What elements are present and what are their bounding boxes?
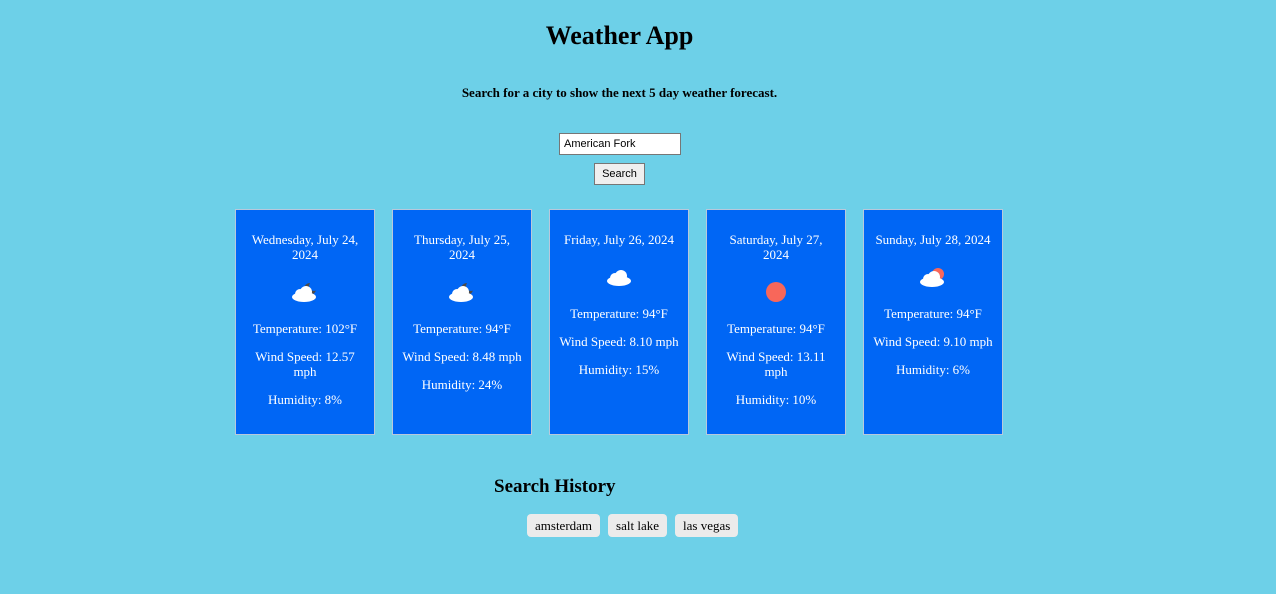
page-subtitle: Search for a city to show the next 5 day…: [461, 85, 778, 100]
forecast-date: Saturday, July 27, 2024: [729, 232, 823, 262]
forecast-temperature: Temperature: 94°F: [413, 321, 511, 336]
forecast-wind: Wind Speed: 8.48 mph: [402, 349, 522, 364]
forecast-temperature: Temperature: 94°F: [727, 321, 825, 336]
forecast-cards: Wednesday, July 24, 2024 Temperature: 10…: [235, 209, 1003, 435]
few-clouds-night-icon: [244, 276, 366, 308]
history-button-amsterdam[interactable]: amsterdam: [527, 514, 601, 537]
sun-icon: [715, 276, 837, 308]
city-search-input[interactable]: [559, 133, 681, 155]
forecast-date: Sunday, July 28, 2024: [875, 232, 991, 247]
forecast-card: Sunday, July 28, 2024 Temperature: 94°F …: [863, 209, 1003, 435]
forecast-humidity: Humidity: 6%: [895, 362, 971, 377]
forecast-date: Wednesday, July 24, 2024: [251, 232, 359, 262]
forecast-date: Friday, July 26, 2024: [563, 232, 675, 247]
forecast-wind: Wind Speed: 12.57 mph: [255, 349, 355, 379]
forecast-temperature: Temperature: 94°F: [884, 306, 982, 321]
forecast-card: Friday, July 26, 2024 Temperature: 94°F …: [549, 209, 689, 435]
search-history-title: Search History: [494, 476, 616, 497]
few-clouds-night-icon: [401, 276, 523, 308]
forecast-wind: Wind Speed: 13.11 mph: [726, 349, 826, 379]
forecast-humidity: Humidity: 10%: [735, 392, 817, 407]
search-history-list: amsterdam salt lake las vegas: [527, 514, 739, 537]
history-button-salt-lake[interactable]: salt lake: [608, 514, 668, 537]
forecast-date: Thursday, July 25, 2024: [414, 232, 510, 262]
forecast-card: Wednesday, July 24, 2024 Temperature: 10…: [235, 209, 375, 435]
forecast-temperature: Temperature: 102°F: [252, 321, 358, 336]
forecast-card: Saturday, July 27, 2024 Temperature: 94°…: [706, 209, 846, 435]
history-button-las-vegas[interactable]: las vegas: [675, 514, 739, 537]
forecast-wind: Wind Speed: 8.10 mph: [559, 334, 679, 349]
few-clouds-day-icon: [872, 261, 994, 293]
forecast-humidity: Humidity: 24%: [421, 377, 503, 392]
cloud-icon: [558, 261, 680, 293]
forecast-card: Thursday, July 25, 2024 Temperature: 94°…: [392, 209, 532, 435]
forecast-humidity: Humidity: 15%: [578, 362, 660, 377]
forecast-temperature: Temperature: 94°F: [570, 306, 668, 321]
forecast-humidity: Humidity: 8%: [267, 392, 343, 407]
page-title: Weather App: [545, 21, 694, 50]
search-button[interactable]: Search: [594, 163, 645, 185]
forecast-wind: Wind Speed: 9.10 mph: [873, 334, 993, 349]
